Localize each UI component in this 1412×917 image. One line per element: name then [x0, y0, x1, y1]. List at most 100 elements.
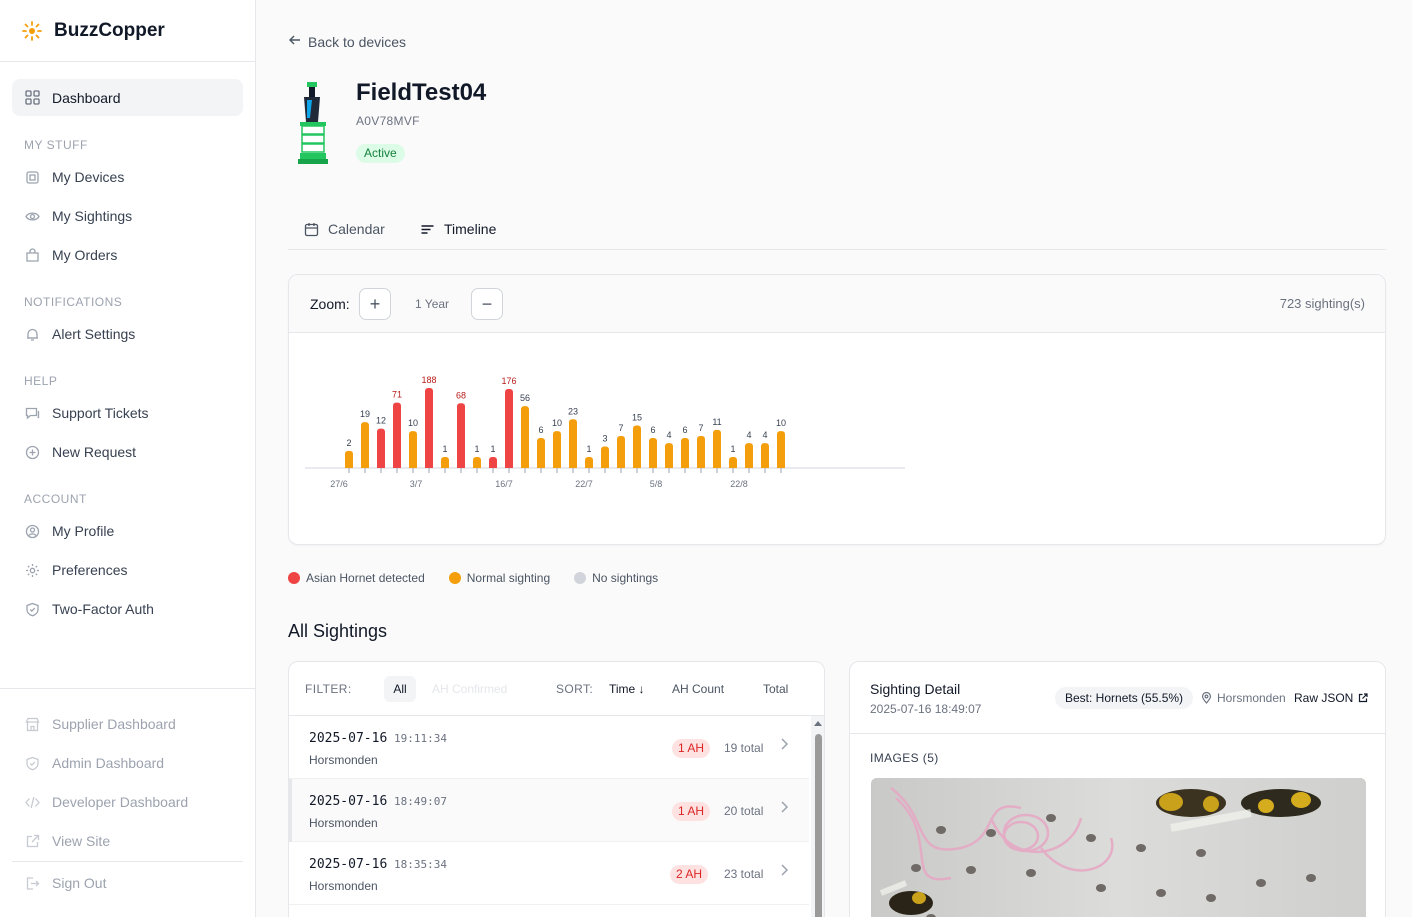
sidebar-item-admin-dashboard[interactable]: Admin Dashboard — [12, 746, 243, 780]
user-circle-icon — [25, 524, 40, 539]
bar-value-label: 15 — [632, 412, 642, 422]
chart-bar — [537, 437, 545, 468]
sidebar-item-view-site[interactable]: View Site — [12, 824, 243, 858]
chart-bar — [761, 443, 769, 468]
legend-label: No sightings — [592, 571, 659, 585]
tab-label: Timeline — [444, 221, 497, 237]
chart-bar — [505, 388, 513, 468]
sidebar-item-my-sightings[interactable]: My Sightings — [12, 199, 243, 233]
zoom-in-button[interactable]: + — [359, 288, 391, 320]
sidebar-item-support-tickets[interactable]: Support Tickets — [12, 396, 243, 430]
arrow-left-icon — [288, 33, 302, 51]
code-icon — [25, 795, 40, 810]
ah-badge: 1 AH — [672, 802, 711, 821]
section-title-account: ACCOUNT — [24, 492, 87, 506]
sighting-row[interactable]: 2025-07-16 18:35:34 Horsmonden 2 AH 23 t… — [289, 842, 809, 905]
device-image — [298, 82, 328, 164]
sidebar-item-sign-out[interactable]: Sign Out — [12, 866, 243, 900]
legend-item-none: No sightings — [574, 571, 658, 585]
section-title-help: HELP — [24, 374, 58, 388]
detail-timestamp: 2025-07-16 18:49:07 — [870, 702, 982, 716]
bar-value-label: 7 — [618, 423, 623, 433]
device-id: A0V78MVF — [356, 114, 420, 128]
bar-value-label: 10 — [408, 418, 418, 428]
sidebar-item-preferences[interactable]: Preferences — [12, 553, 243, 587]
logo-icon — [22, 20, 42, 41]
chart-bar — [665, 443, 673, 468]
sidebar-item-dashboard[interactable]: Dashboard — [12, 79, 243, 116]
store-icon — [25, 717, 40, 732]
filter-all-button[interactable]: All — [384, 676, 416, 702]
bar-value-label: 3 — [602, 433, 607, 443]
sidebar-item-label: My Sightings — [52, 208, 133, 224]
sidebar-divider — [12, 861, 243, 862]
chart-bar — [681, 437, 689, 468]
sidebar-item-label: Support Tickets — [52, 405, 149, 421]
x-tick-label: 27/6 — [330, 479, 348, 489]
back-link[interactable]: Back to devices — [288, 33, 406, 51]
chart-legend: Asian Hornet detected Normal sighting No… — [288, 571, 682, 585]
list-scrollbar[interactable] — [811, 716, 824, 917]
sidebar-item-label: Admin Dashboard — [52, 755, 165, 771]
row-date: 2025-07-16 — [309, 857, 388, 872]
chevron-right-icon — [779, 800, 789, 819]
tab-calendar[interactable]: Calendar — [304, 221, 385, 237]
raw-json-link[interactable]: Raw JSON — [1294, 691, 1368, 705]
section-title-notifications: NOTIFICATIONS — [24, 295, 123, 309]
chart-bar — [697, 435, 705, 468]
chart-bar — [345, 450, 353, 468]
tab-timeline[interactable]: Timeline — [420, 221, 496, 237]
sidebar-item-label: Two-Factor Auth — [52, 601, 154, 617]
sidebar-item-alert-settings[interactable]: Alert Settings — [12, 317, 243, 351]
section-title-all-sightings: All Sightings — [288, 621, 388, 641]
sidebar-item-two-factor-auth[interactable]: Two-Factor Auth — [12, 592, 243, 626]
chart-bar — [649, 437, 657, 468]
chart-bar — [521, 406, 529, 468]
detail-title: Sighting Detail — [870, 681, 961, 697]
chip-icon — [25, 170, 40, 185]
chart-bar — [777, 431, 785, 468]
bell-icon — [25, 327, 40, 342]
sidebar-item-my-profile[interactable]: My Profile — [12, 514, 243, 548]
sidebar-item-my-devices[interactable]: My Devices — [12, 160, 243, 194]
sidebar-divider — [0, 688, 256, 689]
x-tick-label: 16/7 — [495, 479, 513, 489]
bar-value-label: 1 — [586, 444, 591, 454]
eye-icon — [25, 209, 40, 224]
sidebar-item-supplier-dashboard[interactable]: Supplier Dashboard — [12, 707, 243, 741]
x-tick-label: 22/8 — [730, 479, 748, 489]
zoom-out-button[interactable]: − — [471, 288, 503, 320]
sort-time-button[interactable]: Time ↓ — [609, 682, 645, 696]
brand[interactable]: BuzzCopper — [0, 0, 255, 62]
scroll-thumb[interactable] — [815, 734, 822, 917]
chart-bar — [409, 431, 417, 468]
sidebar-item-label: Developer Dashboard — [52, 794, 189, 810]
legend-item-normal: Normal sighting — [448, 571, 550, 585]
sort-ah-count-button[interactable]: AH Count — [672, 682, 724, 696]
chart-bar — [473, 457, 481, 468]
row-location: Horsmonden — [309, 879, 378, 893]
row-time: 18:49:07 — [394, 795, 447, 808]
sidebar-item-my-orders[interactable]: My Orders — [12, 238, 243, 272]
chevron-right-icon — [779, 863, 789, 882]
scroll-up-icon[interactable] — [814, 721, 822, 726]
sidebar-item-developer-dashboard[interactable]: Developer Dashboard — [12, 785, 243, 819]
x-tick-label: 5/8 — [650, 479, 663, 489]
sighting-row-selected[interactable]: 2025-07-16 18:49:07 Horsmonden 1 AH 20 t… — [289, 779, 809, 842]
sightings-list: FILTER: All AH Confirmed SORT: Time ↓ AH… — [288, 661, 825, 917]
sort-total-button[interactable]: Total — [763, 682, 788, 696]
legend-swatch — [448, 572, 461, 584]
view-tabs: Calendar Timeline — [288, 211, 1386, 250]
sidebar-item-label: Sign Out — [52, 875, 107, 891]
sighting-photo[interactable] — [871, 778, 1366, 917]
section-title-my-stuff: MY STUFF — [24, 138, 88, 152]
sidebar-item-new-request[interactable]: New Request — [12, 435, 243, 469]
bar-value-label: 1 — [442, 444, 447, 454]
sighting-row[interactable]: 2025-07-16 19:11:34 Horsmonden 1 AH 19 t… — [289, 716, 809, 779]
bar-value-label: 71 — [392, 390, 402, 400]
filter-ah-confirmed-button[interactable]: AH Confirmed — [432, 682, 507, 696]
bar-value-label: 56 — [520, 393, 530, 403]
chart-bar — [425, 388, 433, 468]
chart-toolbar: Zoom: + 1 Year − 723 sighting(s) — [289, 275, 1385, 333]
calendar-icon — [304, 222, 319, 237]
